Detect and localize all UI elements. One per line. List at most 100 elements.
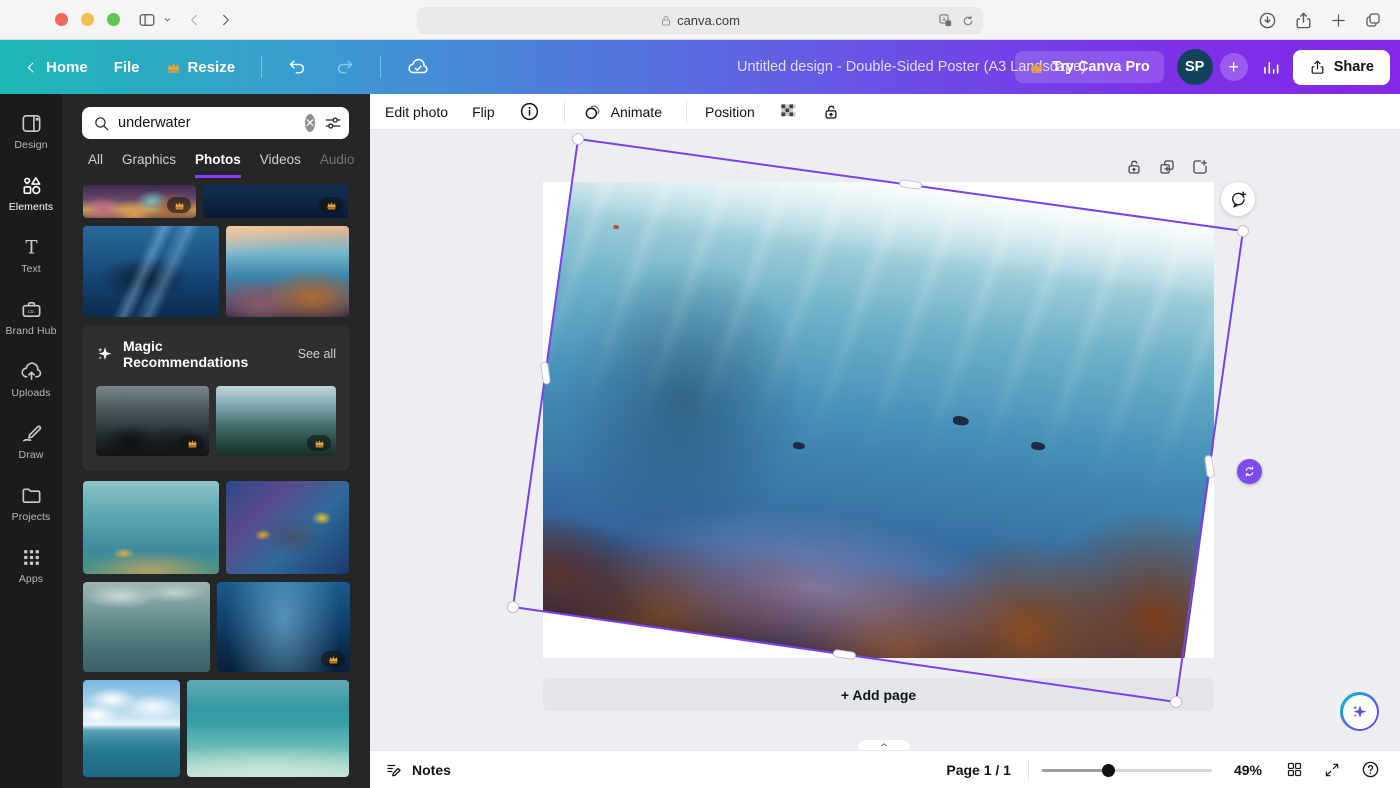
canva-app: canva.com a Home File Resize (0, 0, 1400, 788)
chevron-up-icon (879, 740, 889, 750)
home-button[interactable]: Home (24, 59, 88, 76)
photo-thumbnail-fish-school[interactable] (83, 481, 219, 574)
photo-thumbnail-cartoon-coral[interactable] (83, 185, 196, 218)
insights-icon[interactable] (1261, 58, 1280, 77)
rotate-handle[interactable] (1237, 459, 1262, 484)
uploads-icon (20, 360, 43, 383)
flip-button[interactable]: Flip (472, 104, 495, 120)
fullscreen-icon[interactable] (1324, 762, 1340, 778)
address-bar[interactable]: canva.com a (417, 7, 983, 34)
zoom-percent[interactable]: 49% (1234, 762, 1262, 778)
magic-sparkle-icon (1351, 703, 1369, 721)
search-input[interactable] (118, 115, 305, 131)
elements-icon (20, 174, 43, 197)
zoom-slider-thumb[interactable] (1102, 764, 1115, 777)
tab-videos[interactable]: Videos (260, 152, 301, 178)
pro-crown-badge (321, 651, 345, 667)
tab-audio[interactable]: Audio (320, 152, 355, 178)
undo-icon[interactable] (288, 57, 308, 77)
share-page-icon[interactable] (1294, 11, 1313, 30)
add-page-icon[interactable] (1191, 158, 1209, 176)
forward-icon[interactable] (217, 12, 233, 28)
share-button[interactable]: Share (1293, 50, 1390, 85)
brand-hub-icon: co. (20, 298, 43, 321)
tab-graphics[interactable]: Graphics (122, 152, 176, 178)
redo-icon[interactable] (334, 57, 354, 77)
photo-thumbnail-sky-clouds[interactable] (83, 680, 180, 777)
zoom-window-button[interactable] (107, 13, 120, 26)
lock-toggle-icon[interactable] (822, 103, 840, 121)
photo-thumbnail-deep-light-column[interactable] (217, 582, 350, 672)
sidebar-item-elements[interactable]: Elements (0, 162, 62, 224)
downloads-icon[interactable] (1258, 11, 1277, 30)
sidebar-item-draw[interactable]: Draw (0, 410, 62, 472)
pro-crown-badge (307, 435, 331, 451)
search-box: ✕ (82, 107, 349, 139)
panel-tabs: All Graphics Photos Videos Audio (88, 152, 370, 178)
info-icon[interactable] (519, 101, 540, 122)
underwater-photo[interactable] (543, 182, 1214, 658)
tab-overview-icon[interactable] (1364, 11, 1382, 29)
add-page-button[interactable]: + Add page (543, 678, 1214, 711)
pro-crown-badge (180, 435, 204, 451)
thumbnail-row (83, 582, 349, 672)
svg-text:T: T (25, 237, 37, 258)
sidebar-item-projects[interactable]: Projects (0, 472, 62, 534)
lock-page-icon[interactable] (1125, 158, 1143, 176)
file-menu-button[interactable]: File (114, 59, 140, 76)
sidebar-item-apps[interactable]: Apps (0, 534, 62, 596)
magic-thumbnail-dark-coral-night[interactable] (96, 386, 209, 456)
transparency-icon[interactable] (779, 102, 798, 121)
grid-view-icon[interactable] (1286, 761, 1303, 778)
add-member-button[interactable]: + (1220, 53, 1248, 81)
chevron-down-icon[interactable] (162, 14, 173, 25)
new-tab-icon[interactable] (1330, 12, 1347, 29)
tab-photos[interactable]: Photos (195, 152, 241, 178)
resize-button[interactable]: Resize (166, 59, 236, 76)
photo-thumbnail-deep-blue[interactable] (203, 185, 348, 218)
try-canva-pro-button[interactable]: Try Canva Pro (1015, 51, 1164, 83)
edit-photo-button[interactable]: Edit photo (385, 104, 448, 120)
assistant-button[interactable] (1340, 692, 1379, 731)
photo-thumbnail-coral-sunbeams[interactable] (226, 226, 349, 317)
page-count[interactable]: Page 1 / 1 (946, 762, 1011, 778)
magic-thumbnail-reef-overview[interactable] (216, 386, 336, 456)
filter-icon[interactable] (324, 114, 342, 132)
photo-thumbnail-colorful-aquarium[interactable] (226, 481, 349, 574)
reload-icon[interactable] (961, 13, 975, 28)
app-header: Home File Resize Untitled design - Doubl… (0, 40, 1400, 94)
sidebar-item-label: Apps (19, 573, 43, 585)
zoom-slider[interactable] (1042, 763, 1212, 777)
scroll-up-pill[interactable] (858, 740, 910, 750)
help-icon[interactable] (1361, 760, 1380, 779)
avatar[interactable]: SP (1177, 49, 1213, 85)
see-all-link[interactable]: See all (298, 347, 336, 361)
sidebar-item-brand-hub[interactable]: co.Brand Hub (0, 286, 62, 348)
sidebar-item-design[interactable]: Design (0, 100, 62, 162)
position-button[interactable]: Position (705, 104, 755, 120)
svg-text:co.: co. (27, 308, 34, 314)
photo-thumbnail-aquarium-rays[interactable] (83, 226, 219, 317)
sidebar-item-text[interactable]: TText (0, 224, 62, 286)
tab-all[interactable]: All (88, 152, 103, 178)
photo-thumbnail-sandy-teal[interactable] (187, 680, 349, 777)
page-actions (1125, 158, 1209, 176)
notes-button[interactable]: Notes (385, 761, 451, 779)
duplicate-page-icon[interactable] (1158, 158, 1176, 176)
animate-button[interactable]: Animate (583, 102, 662, 122)
sidebar-item-uploads[interactable]: Uploads (0, 348, 62, 410)
sidebar-toggle-icon[interactable] (138, 11, 156, 29)
close-window-button[interactable] (55, 13, 68, 26)
magic-recommendations-title: Magic Recommendations (123, 338, 289, 370)
back-icon[interactable] (187, 12, 203, 28)
header-divider (261, 56, 262, 78)
design-page[interactable] (543, 182, 1214, 658)
minimize-window-button[interactable] (81, 13, 94, 26)
header-divider (380, 56, 381, 78)
translate-icon[interactable]: a (938, 13, 953, 28)
clear-search-button[interactable]: ✕ (305, 114, 315, 132)
sidebar-item-label: Elements (9, 201, 54, 213)
comment-button[interactable] (1221, 182, 1255, 216)
thumbnail-row (83, 680, 349, 777)
photo-thumbnail-surface-bubbles[interactable] (83, 582, 210, 672)
